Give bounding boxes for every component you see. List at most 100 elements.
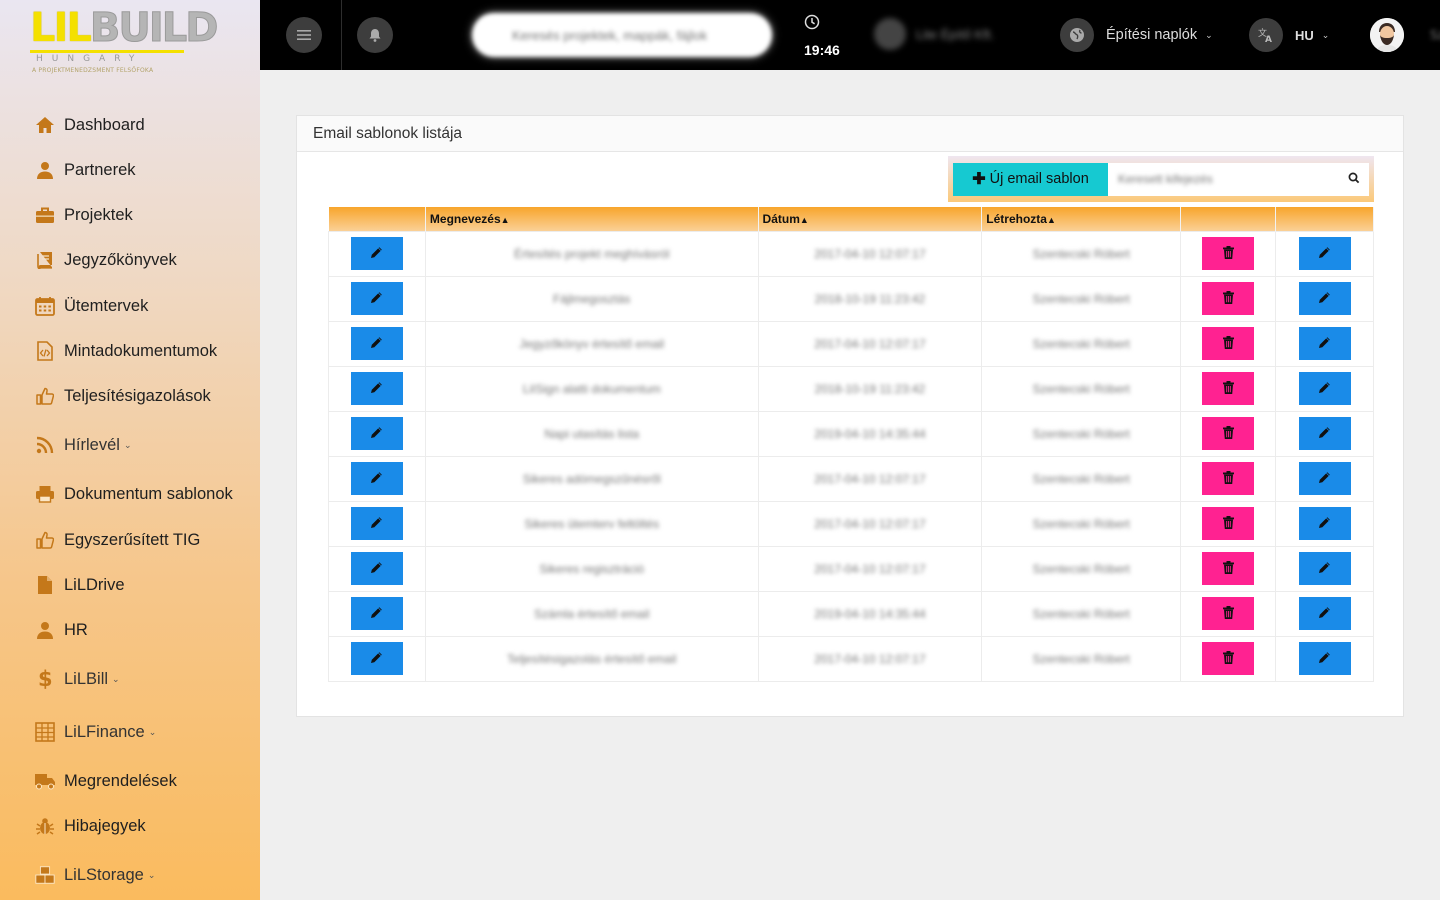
delete-button[interactable] <box>1202 282 1255 315</box>
edit-content-button[interactable] <box>1298 642 1351 675</box>
header-creator-sort[interactable]: Létrehozta▲ <box>981 207 1182 231</box>
sidebar-item-hirlevel[interactable]: Hírlevél ⌄ <box>34 430 131 460</box>
construction-diary-dropdown[interactable]: Építési naplók ⌄ <box>1060 18 1213 52</box>
sidebar-item-hibajegyek[interactable]: Hibajegyek <box>34 811 146 841</box>
table-search-input[interactable] <box>1108 162 1369 196</box>
svg-text:A: A <box>1265 35 1272 43</box>
delete-cell <box>1180 275 1277 322</box>
sort-caret-icon: ▲ <box>799 214 809 225</box>
clock-time: 19:46 <box>804 42 840 58</box>
rss-icon <box>34 434 56 456</box>
sidebar-item-dokumentum-sablonok[interactable]: Dokumentum sablonok <box>34 479 233 509</box>
sidebar-item-projektek[interactable]: Projektek <box>34 200 133 230</box>
sidebar-item-partnerek[interactable]: Partnerek <box>34 155 136 185</box>
delete-button[interactable] <box>1202 597 1255 630</box>
delete-button[interactable] <box>1202 327 1255 360</box>
sidebar-item-utemtervek[interactable]: Ütemtervek <box>34 291 148 321</box>
logo-lil: LIL <box>30 5 92 51</box>
sort-caret-icon: ▲ <box>500 214 510 225</box>
delete-button[interactable] <box>1202 462 1255 495</box>
template-creator: Szentecski Róbert <box>981 320 1182 367</box>
delete-button[interactable] <box>1202 642 1255 675</box>
hamburger-menu-button[interactable] <box>286 17 322 53</box>
delete-cell <box>1180 365 1277 412</box>
edit-content-button[interactable] <box>1298 237 1351 270</box>
user-avatar[interactable] <box>1370 18 1404 52</box>
edit-content-button[interactable] <box>1298 417 1351 450</box>
sidebar-item-megrendelesek[interactable]: Megrendelések <box>34 766 177 796</box>
language-dropdown[interactable]: 文A HU ⌄ <box>1249 18 1329 52</box>
sidebar-item-teljesitesigazolasok[interactable]: Teljesítésigazolások <box>34 381 211 411</box>
template-date: 2019-04-10 14:35:44 <box>757 590 983 637</box>
edit-content-button[interactable] <box>1298 597 1351 630</box>
header-name-sort[interactable]: Megnevezés▲ <box>425 207 759 231</box>
sidebar-item-mintadokumentumok[interactable]: Mintadokumentumok <box>34 336 217 366</box>
delete-cell <box>1180 590 1277 637</box>
template-name: Teljesítésigazolás értesítő email <box>424 635 759 682</box>
edit-button[interactable] <box>350 237 403 270</box>
edit-button[interactable] <box>350 372 403 405</box>
language-label: HU <box>1295 27 1314 43</box>
new-email-template-button[interactable]: ✚ Új email sablon <box>953 162 1108 196</box>
search-icon[interactable] <box>1348 172 1360 184</box>
printer-icon <box>34 483 56 505</box>
sidebar-item-hr[interactable]: HR <box>34 615 88 645</box>
header-date-label: Dátum <box>762 211 800 226</box>
sidebar-item-egyszerusitett-tig[interactable]: Egyszerűsített TIG <box>34 525 200 555</box>
delete-button[interactable] <box>1202 237 1255 270</box>
email-templates-card: Email sablonok listája ✚ Új email sablon… <box>296 115 1404 717</box>
edit-button[interactable] <box>350 552 403 585</box>
delete-button[interactable] <box>1202 417 1255 450</box>
template-date: 2017-04-10 12:07:17 <box>757 455 983 502</box>
trash-icon <box>1222 335 1234 352</box>
edit-button[interactable] <box>350 462 403 495</box>
trash-icon <box>1222 245 1234 262</box>
company-selector[interactable]: Lite Építő Kft. <box>874 18 994 50</box>
sidebar-item-label: Mintadokumentumok <box>64 341 218 360</box>
edit-cell <box>328 230 426 277</box>
edit-button[interactable] <box>350 642 403 675</box>
template-name: Sikeres regisztráció <box>424 545 759 592</box>
edit-button[interactable] <box>350 417 403 450</box>
edit-button[interactable] <box>350 507 403 540</box>
edit-content-button[interactable] <box>1298 462 1351 495</box>
user-icon <box>34 619 56 641</box>
edit-content-button[interactable] <box>1298 552 1351 585</box>
header-date-sort[interactable]: Dátum▲ <box>758 207 983 231</box>
avatar-icon <box>1370 18 1404 52</box>
trash-icon <box>1222 515 1234 532</box>
delete-button[interactable] <box>1202 552 1255 585</box>
sidebar-item-lilbill[interactable]: $ LiLBill ⌄ <box>34 664 120 694</box>
trash-icon <box>1222 470 1234 487</box>
card-toolbar: ✚ Új email sablon <box>948 156 1374 202</box>
delete-button[interactable] <box>1202 507 1255 540</box>
clock-icon <box>804 14 820 30</box>
edit-button[interactable] <box>350 597 403 630</box>
sidebar-item-jegyzokonyvek[interactable]: Jegyzőkönyvek <box>34 245 177 275</box>
sidebar-item-label: Megrendelések <box>64 771 177 790</box>
logo-wordmark: LILBUILD <box>30 5 219 51</box>
edit-content-button[interactable] <box>1298 372 1351 405</box>
delete-button[interactable] <box>1202 372 1255 405</box>
edit-content-button[interactable] <box>1298 282 1351 315</box>
pencil-icon <box>1318 426 1331 442</box>
briefcase-icon <box>34 204 56 226</box>
notifications-button[interactable] <box>357 17 393 53</box>
edit-cell <box>328 545 426 592</box>
pencil-icon <box>370 606 383 622</box>
global-search-input[interactable] <box>472 13 772 57</box>
bug-icon <box>34 815 56 837</box>
sidebar-item-lildrive[interactable]: LiLDrive <box>34 570 125 600</box>
edit-content-button[interactable] <box>1298 327 1351 360</box>
sidebar-item-lilfinance[interactable]: LiLFinance ⌄ <box>34 717 156 747</box>
lilbuild-logo[interactable]: LILBUILD HUNGARY A PROJEKTMENEDZSMENT FE… <box>30 8 219 76</box>
sidebar-item-lilstorage[interactable]: LiLStorage ⌄ <box>34 860 155 890</box>
topbar-divider <box>341 0 342 70</box>
template-date: 2017-04-10 12:07:17 <box>757 230 983 277</box>
sidebar-item-label: Partnerek <box>64 160 136 179</box>
sidebar-item-dashboard[interactable]: Dashboard <box>34 110 145 140</box>
edit-content-button[interactable] <box>1298 507 1351 540</box>
pencil-icon <box>1318 606 1331 622</box>
edit-button[interactable] <box>350 282 403 315</box>
edit-button[interactable] <box>350 327 403 360</box>
